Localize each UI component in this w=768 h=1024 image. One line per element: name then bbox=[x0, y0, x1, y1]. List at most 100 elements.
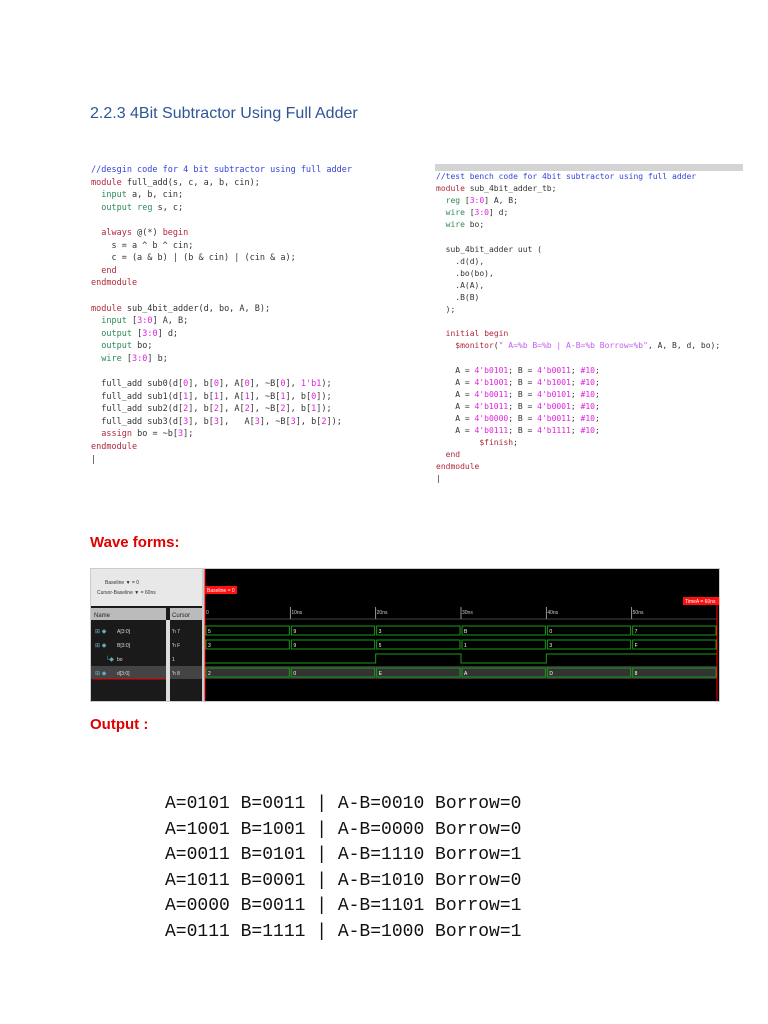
time-tick-label: 10ns bbox=[291, 610, 302, 616]
signal-name: B[3:0] bbox=[117, 643, 131, 649]
bus-segment bbox=[376, 625, 461, 636]
code-line: A = 4'b0101; B = 4'b0011; #10; bbox=[436, 365, 600, 375]
cursor-baseline-label: Cursor-Baseline ▼ = 60ns bbox=[97, 590, 156, 596]
baseline-marker-label: Baseline = 0 bbox=[207, 588, 235, 594]
signal-icon: ⊞ ◆ bbox=[95, 629, 107, 635]
signal-icon: ⊞ ◆ bbox=[95, 671, 107, 677]
bus-value: 8 bbox=[635, 671, 638, 677]
signal-cursor-value: 1 bbox=[172, 657, 175, 663]
bus-segment bbox=[546, 639, 632, 650]
bus-value: 0 bbox=[293, 671, 296, 677]
code-line: initial begin bbox=[445, 329, 509, 339]
code-line: c = (a & b) | (b & cin) | (cin & a); bbox=[91, 253, 296, 264]
pane-divider bbox=[166, 620, 170, 701]
signal-name: bo bbox=[117, 657, 123, 663]
design-code-block: //desgin code for 4 bit subtractor using… bbox=[91, 164, 352, 466]
bus-segment bbox=[290, 625, 376, 636]
code-line: full_add sub1(d[1], b[1], A[1], ~B[1], b… bbox=[91, 391, 332, 402]
output-line: A=0000 B=0011 | A-B=1101 Borrow=1 bbox=[165, 896, 522, 916]
code-line: s = a ^ b ^ cin; bbox=[91, 240, 194, 251]
time-tick-label: 30ns bbox=[462, 610, 473, 616]
bus-segment bbox=[205, 639, 290, 650]
signal-name: d[3:0] bbox=[117, 671, 130, 677]
testbench-code-block: //test bench code for 4bit subtractor us… bbox=[436, 171, 720, 485]
waveforms-heading: Wave forms: bbox=[90, 534, 180, 551]
bus-segment bbox=[632, 639, 717, 650]
time-tick-label: 0 bbox=[206, 610, 209, 616]
code-header-bar bbox=[435, 164, 743, 171]
code-line: A = 4'b1001; B = 4'b1001; #10; bbox=[436, 377, 600, 387]
code-line: assign bo = ~b[3]; bbox=[101, 429, 194, 440]
waveform-viewer: Baseline ▼ = 0 Cursor-Baseline ▼ = 60ns Na… bbox=[90, 568, 720, 702]
code-line: A = 4'b0000; B = 4'b0011; #10; bbox=[436, 413, 600, 423]
code-line: input a, b, cin; bbox=[101, 190, 184, 201]
code-line: full_add sub3(d[3], b[3], A[3], ~B[3], b… bbox=[91, 416, 342, 427]
code-line: end bbox=[445, 450, 461, 460]
code-line: wire [3:0] d; bbox=[445, 208, 509, 218]
code-line: A = 4'b0111; B = 4'b1111; #10; bbox=[436, 425, 600, 435]
code-line: wire [3:0] b; bbox=[101, 353, 168, 364]
output-line: A=0111 B=1111 | A-B=1000 Borrow=1 bbox=[165, 921, 522, 942]
code-line: module sub_4bit_adder_tb; bbox=[436, 184, 557, 194]
signal-icon: └◆ bbox=[105, 655, 114, 663]
code-line: | bbox=[91, 454, 97, 465]
code-line: endmodule bbox=[436, 462, 480, 472]
bus-segment bbox=[546, 625, 632, 636]
bit-waveform bbox=[205, 653, 717, 664]
code-line: .d(d), bbox=[436, 256, 485, 266]
cursor-header-label: Cursor bbox=[172, 613, 190, 619]
bus-value: 5 bbox=[208, 629, 211, 635]
code-line: full_add sub2(d[2], b[2], A[2], ~B[2], b… bbox=[91, 404, 332, 415]
code-line: $finish; bbox=[479, 438, 518, 448]
toolbar-area bbox=[91, 569, 203, 606]
bus-segment bbox=[290, 639, 376, 650]
bus-value: 9 bbox=[293, 629, 296, 635]
bus-value: D bbox=[549, 671, 553, 677]
signal-name: A[3:0] bbox=[117, 629, 131, 635]
code-line: wire bo; bbox=[445, 220, 485, 230]
time-tick-label: 50ns bbox=[633, 610, 644, 616]
code-line: output reg s, c; bbox=[101, 202, 184, 213]
bus-value: 7 bbox=[635, 629, 638, 635]
output-line: A=1001 B=1001 | A-B=0000 Borrow=0 bbox=[165, 819, 522, 840]
code-line: //test bench code for 4bit subtractor us… bbox=[436, 172, 697, 181]
bus-value: B bbox=[464, 629, 468, 635]
code-line: $monitor(" A=%b B=%b | A-B=%b Borrow=%b"… bbox=[455, 341, 721, 351]
code-line: | bbox=[436, 474, 441, 484]
bus-value: 5 bbox=[379, 643, 382, 649]
code-line: .A(A), bbox=[436, 280, 485, 290]
output-line: A=0101 B=0011 | A-B=0010 Borrow=0 bbox=[165, 794, 522, 814]
signal-cursor-value: 'h 7 bbox=[172, 629, 180, 635]
bus-value: 0 bbox=[549, 629, 552, 635]
baseline-label: Baseline ▼ = 0 bbox=[105, 580, 139, 586]
code-line: sub_4bit_adder uut ( bbox=[436, 244, 542, 254]
code-line: .B(B) bbox=[436, 292, 480, 302]
code-line: full_add sub0(d[0], b[0], A[0], ~B[0], 1… bbox=[91, 379, 332, 390]
code-line: A = 4'b0011; B = 4'b0101; #10; bbox=[436, 389, 600, 399]
bus-segment bbox=[632, 625, 717, 636]
code-line: input [3:0] A, B; bbox=[101, 316, 189, 327]
output-line: A=0011 B=0101 | A-B=1110 Borrow=1 bbox=[165, 845, 522, 865]
signal-cursor-value: 'h F bbox=[172, 643, 180, 649]
section-title: 2.2.3 4Bit Subtractor Using Full Adder bbox=[90, 105, 358, 122]
code-line: output [3:0] d; bbox=[101, 328, 179, 339]
code-line: ); bbox=[436, 305, 456, 315]
bus-value: 2 bbox=[208, 671, 211, 677]
name-header-label: Name bbox=[94, 613, 111, 619]
code-line: reg [3:0] A, B; bbox=[445, 196, 518, 206]
bus-segment bbox=[376, 639, 461, 650]
code-line: end bbox=[101, 265, 117, 276]
bus-segment bbox=[461, 639, 546, 650]
signal-icon: ⊞ ◆ bbox=[95, 643, 107, 649]
timea-marker-label: TimeA = 60ns bbox=[685, 599, 716, 605]
bus-value: 3 bbox=[379, 629, 382, 635]
bus-value: 9 bbox=[293, 643, 296, 649]
signal-cursor-value: 'h 8 bbox=[172, 671, 180, 677]
code-line: A = 4'b1011; B = 4'b0001; #10; bbox=[436, 401, 600, 411]
code-line: endmodule bbox=[91, 442, 138, 453]
